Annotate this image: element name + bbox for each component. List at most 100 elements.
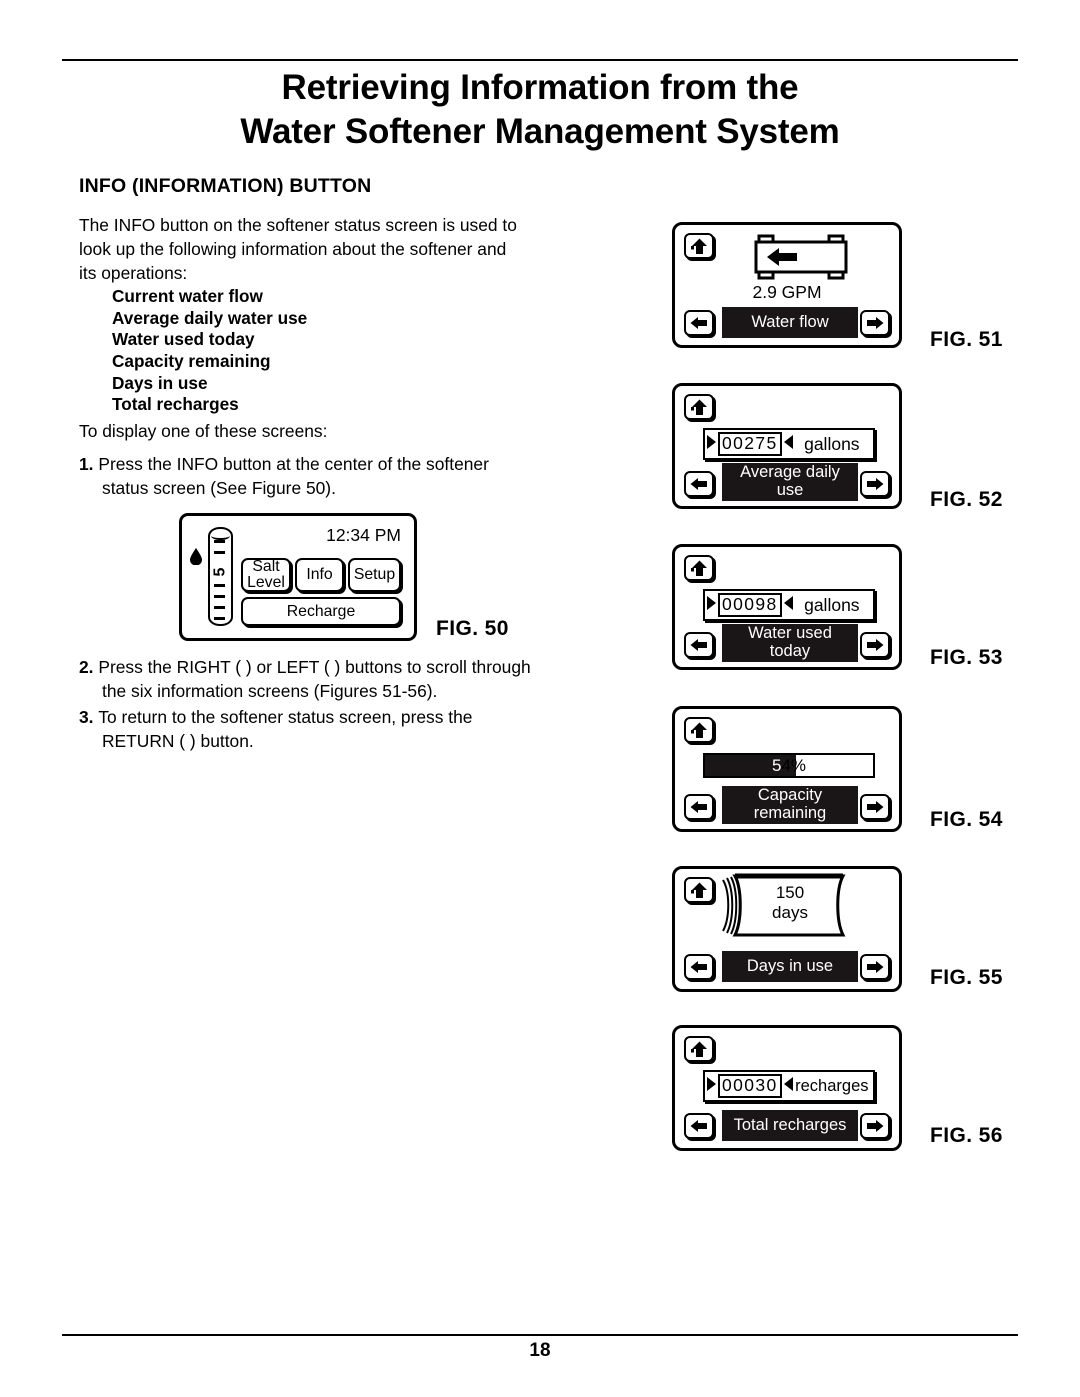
screen-caption-line-1: Water used <box>748 624 832 643</box>
right-arrow-button[interactable] <box>860 632 890 658</box>
capacity-value-filled-part: 5 <box>771 756 782 775</box>
step-3-text: To return to the softener status screen,… <box>98 707 473 752</box>
screen-caption: Total recharges <box>722 1110 858 1141</box>
left-arrow-button[interactable] <box>684 310 714 336</box>
figure-54-label: FIG. 54 <box>930 808 1003 831</box>
unit-label: gallons <box>804 594 860 615</box>
figure-56-total-recharges-screen: 00030 recharges Total recharges <box>672 1025 902 1151</box>
return-button[interactable] <box>684 233 714 259</box>
page-title-line-1: Retrieving Information from the <box>281 68 799 107</box>
lead-in-text: To display one of these screens: <box>79 421 328 441</box>
numeric-value-field: 00275 gallons <box>703 428 875 460</box>
return-button[interactable] <box>684 877 714 903</box>
left-arrow-button[interactable] <box>684 471 714 497</box>
capacity-value-rest-part: 4% <box>781 756 807 775</box>
capacity-bar-label: 5 4% <box>705 755 873 776</box>
screen-caption: Water flow <box>722 307 858 338</box>
figure-51-water-flow-screen: 2.9 GPM Water flow <box>672 222 902 348</box>
right-triangle-marker <box>783 595 794 616</box>
figure-50-label: FIG. 50 <box>436 617 509 640</box>
screen-caption: Average daily use <box>722 463 858 501</box>
right-arrow-button[interactable] <box>860 954 890 980</box>
salt-level-button-label-1: Salt <box>252 558 280 576</box>
intro-paragraph: The INFO button on the softener status s… <box>79 215 517 284</box>
screen-caption-line-1: Average daily <box>740 463 840 482</box>
days-in-use-value: 150 <box>775 883 805 902</box>
screen-caption: Water used today <box>722 624 858 662</box>
figure-50-softener-status-screen: 5 12:34 PM Salt Level Info Setup Recharg… <box>179 513 417 641</box>
screen-caption-line-2: use <box>776 481 804 499</box>
return-button[interactable] <box>684 394 714 420</box>
water-flow-value: 2.9 GPM <box>752 282 822 302</box>
step-1-text: Press the INFO button at the center of t… <box>98 454 489 499</box>
days-in-use-unit: days <box>772 903 808 923</box>
return-button[interactable] <box>684 555 714 581</box>
screen-caption-line-2: today <box>769 642 811 660</box>
salt-level-button[interactable]: Salt Level <box>241 558 291 592</box>
left-arrow-button[interactable] <box>684 1113 714 1139</box>
numeric-value-field: 00030 recharges <box>703 1070 875 1102</box>
step-1: 1. Press the INFO button at the center o… <box>79 452 531 500</box>
left-arrow-button[interactable] <box>684 794 714 820</box>
figure-51-label: FIG. 51 <box>930 328 1003 351</box>
figure-52-average-daily-use-screen: 00275 gallons Average daily use <box>672 383 902 509</box>
step-1-number: 1. <box>79 454 94 474</box>
screen-caption: Capacity remaining <box>722 786 858 824</box>
right-triangle-marker <box>783 434 794 455</box>
right-arrow-button[interactable] <box>860 310 890 336</box>
figure-56-label: FIG. 56 <box>930 1124 1003 1147</box>
list-item: Average daily water use <box>112 307 308 328</box>
left-triangle-marker <box>706 434 717 455</box>
figure-53-water-used-today-screen: 00098 gallons Water used today <box>672 544 902 670</box>
figure-53-label: FIG. 53 <box>930 646 1003 669</box>
list-item: Water used today <box>112 329 255 350</box>
info-items-list: Current water flow Average daily water u… <box>112 286 532 416</box>
total-recharges-value: 00030 <box>718 1073 782 1099</box>
section-heading: INFO (INFORMATION) BUTTON <box>79 175 372 197</box>
screen-caption: Days in use <box>722 951 858 982</box>
figure-54-capacity-remaining-screen: 5 4% Capacity remaining <box>672 706 902 832</box>
recharge-button[interactable]: Recharge <box>241 597 401 626</box>
screen-caption-line-1: Capacity <box>757 786 823 805</box>
setup-button[interactable]: Setup <box>348 558 401 592</box>
salt-level-button-label-2: Level <box>247 574 285 591</box>
screen-caption-line-2: remaining <box>753 804 827 822</box>
salt-level-gauge: 5 <box>208 527 233 626</box>
right-arrow-button[interactable] <box>860 471 890 497</box>
step-2-text: Press the RIGHT ( ) or LEFT ( ) buttons … <box>98 657 531 702</box>
left-triangle-marker <box>706 1076 717 1097</box>
days-in-use-readout: 150 days <box>730 883 850 923</box>
footer-rule <box>62 1334 1018 1336</box>
header-rule <box>62 59 1018 61</box>
return-button[interactable] <box>684 1036 714 1062</box>
clock-display: 12:34 PM <box>326 525 401 545</box>
left-arrow-button[interactable] <box>684 632 714 658</box>
figure-55-days-in-use-screen: 150 days Days in use <box>672 866 902 992</box>
page-number: 18 <box>529 1340 551 1361</box>
left-triangle-marker <box>706 595 717 616</box>
list-item: Current water flow <box>112 286 263 306</box>
page-title-line-2: Water Softener Management System <box>240 111 840 151</box>
right-arrow-button[interactable] <box>860 794 890 820</box>
list-item: Total recharges <box>112 394 239 415</box>
unit-label: recharges <box>795 1076 869 1095</box>
return-button[interactable] <box>684 717 714 743</box>
page-title: Retrieving Information from the Water So… <box>62 66 1018 154</box>
unit-label: gallons <box>804 433 860 454</box>
capacity-remaining-bar: 5 4% <box>703 753 875 778</box>
list-item: Days in use <box>112 372 208 393</box>
average-daily-use-value: 00275 <box>718 431 782 457</box>
left-arrow-button[interactable] <box>684 954 714 980</box>
info-button[interactable]: Info <box>295 558 344 592</box>
water-used-today-value: 00098 <box>718 592 782 618</box>
manual-page: Retrieving Information from the Water So… <box>0 0 1080 1397</box>
right-triangle-marker <box>783 1076 794 1097</box>
right-arrow-button[interactable] <box>860 1113 890 1139</box>
figure-52-label: FIG. 52 <box>930 488 1003 511</box>
list-item: Capacity remaining <box>112 351 271 372</box>
step-2: 2. Press the RIGHT ( ) or LEFT ( ) butto… <box>79 655 531 703</box>
step-2-number: 2. <box>79 657 94 677</box>
pipe-flow-icon <box>753 234 849 280</box>
figure-55-label: FIG. 55 <box>930 966 1003 989</box>
numeric-value-field: 00098 gallons <box>703 589 875 621</box>
